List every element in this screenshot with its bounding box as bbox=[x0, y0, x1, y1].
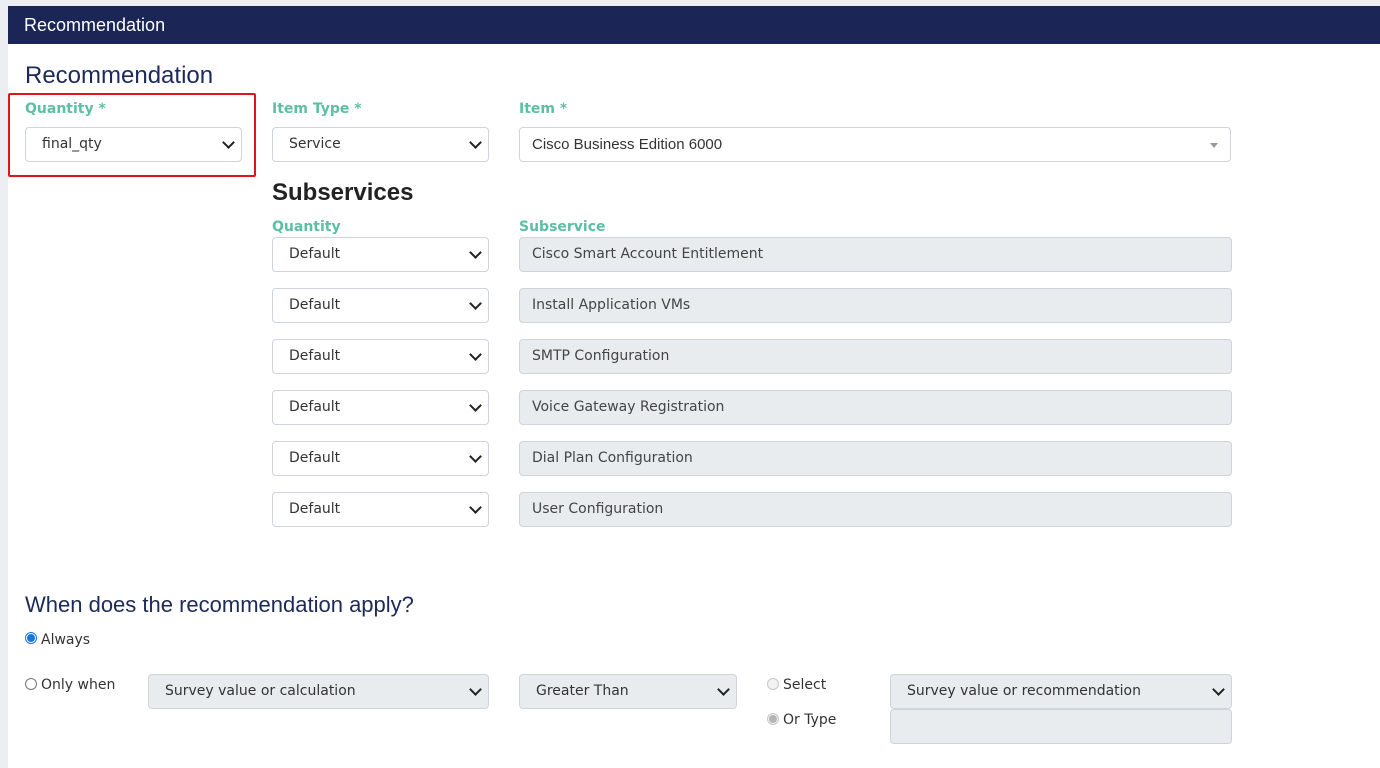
subservice-quantity-value: Default bbox=[289, 297, 341, 313]
operator-select-value: Greater Than bbox=[536, 683, 629, 699]
survey-value-select-value: Survey value or calculation bbox=[165, 683, 356, 699]
chevron-down-icon bbox=[469, 136, 482, 149]
value-select-value: Survey value or recommendation bbox=[907, 683, 1141, 699]
subservice-name-field: SMTP Configuration bbox=[519, 339, 1232, 374]
item-type-select[interactable]: Service bbox=[272, 127, 489, 162]
chevron-down-icon bbox=[469, 683, 482, 696]
or-type-label: Or Type bbox=[783, 712, 837, 728]
chevron-down-icon bbox=[469, 501, 482, 514]
always-label: Always bbox=[41, 632, 91, 648]
value-select[interactable]: Survey value or recommendation bbox=[890, 674, 1232, 709]
subservice-quantity-select[interactable]: Default bbox=[272, 237, 489, 272]
recommendation-panel: Recommendation Recommendation Quantity *… bbox=[8, 6, 1380, 768]
subservice-quantity-value: Default bbox=[289, 246, 341, 262]
subservice-quantity-value: Default bbox=[289, 501, 341, 517]
subservice-name-field: Install Application VMs bbox=[519, 288, 1232, 323]
chevron-down-icon bbox=[469, 348, 482, 361]
subservice-name-header: Subservice bbox=[519, 219, 606, 235]
always-radio[interactable] bbox=[25, 632, 37, 644]
subservice-quantity-value: Default bbox=[289, 348, 341, 364]
chevron-down-icon bbox=[222, 136, 235, 149]
chevron-down-icon bbox=[469, 297, 482, 310]
item-select[interactable]: Cisco Business Edition 6000 bbox=[519, 127, 1231, 162]
chevron-down-icon bbox=[469, 246, 482, 259]
or-type-radio[interactable] bbox=[767, 713, 779, 725]
select-radio[interactable] bbox=[767, 678, 779, 690]
subservice-quantity-select[interactable]: Default bbox=[272, 339, 489, 374]
chevron-down-icon bbox=[1212, 683, 1225, 696]
quantity-select-value: final_qty bbox=[42, 136, 102, 152]
quantity-select[interactable]: final_qty bbox=[25, 127, 242, 162]
subservice-name-field: Dial Plan Configuration bbox=[519, 441, 1232, 476]
subservice-quantity-header: Quantity bbox=[272, 219, 341, 235]
conditions-title: When does the recommendation apply? bbox=[25, 592, 414, 617]
chevron-down-icon bbox=[469, 450, 482, 463]
item-type-label: Item Type * bbox=[272, 101, 362, 117]
section-title: Recommendation bbox=[25, 62, 214, 89]
subservices-title: Subservices bbox=[272, 179, 414, 206]
subservice-name-field: Cisco Smart Account Entitlement bbox=[519, 237, 1232, 272]
subservice-quantity-value: Default bbox=[289, 399, 341, 415]
chevron-down-icon bbox=[469, 399, 482, 412]
item-select-value: Cisco Business Edition 6000 bbox=[532, 136, 723, 153]
subservice-quantity-select[interactable]: Default bbox=[272, 441, 489, 476]
item-label: Item * bbox=[519, 101, 568, 117]
subservice-name-field: User Configuration bbox=[519, 492, 1232, 527]
subservice-quantity-select[interactable]: Default bbox=[272, 390, 489, 425]
select-label: Select bbox=[783, 677, 827, 693]
only-when-label: Only when bbox=[41, 677, 116, 693]
only-when-radio[interactable] bbox=[25, 678, 37, 690]
quantity-label: Quantity * bbox=[25, 101, 106, 117]
caret-down-icon bbox=[1210, 143, 1218, 148]
operator-select[interactable]: Greater Than bbox=[519, 674, 737, 709]
subservice-name-field: Voice Gateway Registration bbox=[519, 390, 1232, 425]
panel-header: Recommendation bbox=[8, 6, 1380, 44]
survey-value-select[interactable]: Survey value or calculation bbox=[148, 674, 489, 709]
subservice-quantity-select[interactable]: Default bbox=[272, 492, 489, 527]
item-type-select-value: Service bbox=[289, 136, 341, 152]
subservice-quantity-select[interactable]: Default bbox=[272, 288, 489, 323]
chevron-down-icon bbox=[717, 683, 730, 696]
type-value-input[interactable] bbox=[890, 709, 1232, 744]
subservice-quantity-value: Default bbox=[289, 450, 341, 466]
